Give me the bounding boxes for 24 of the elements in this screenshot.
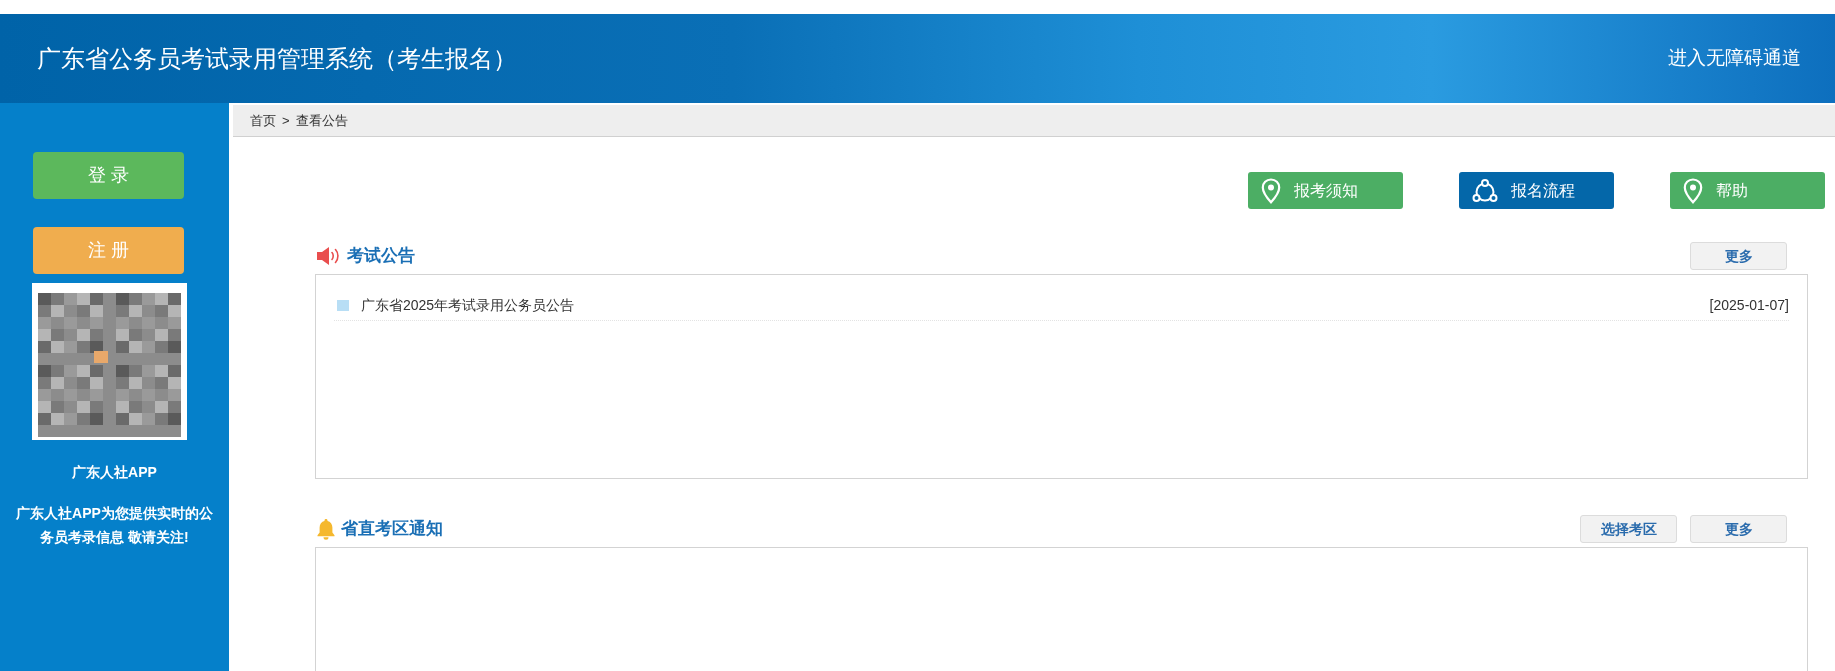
guide-button[interactable]: 报考须知: [1248, 172, 1403, 209]
section-title: 考试公告: [347, 245, 415, 268]
app-name: 广东人社APP: [72, 463, 157, 482]
breadcrumb-link[interactable]: 首页: [250, 110, 276, 131]
location-pin-icon: [1261, 177, 1281, 204]
share-nodes-icon: [1472, 178, 1498, 203]
breadcrumb-separator: >: [282, 111, 290, 130]
breadcrumb-link[interactable]: 查看公告: [295, 110, 348, 131]
more-button[interactable]: 更多: [1690, 242, 1787, 270]
app-description: 广东人社APP为您提供实时的公务员考录信息 敬请关注!: [15, 504, 214, 547]
process-button[interactable]: 报名流程: [1459, 172, 1614, 209]
announcement-link[interactable]: 广东省2025年考试录用公务员公告: [361, 295, 575, 316]
more-button[interactable]: 更多: [1690, 515, 1787, 543]
square-bullet-icon: [337, 300, 349, 311]
speaker-icon: [316, 246, 342, 266]
select-area-button[interactable]: 选择考区: [1580, 515, 1677, 543]
announcement-date: [2025-01-07]: [1709, 296, 1789, 315]
section-title: 省直考区通知: [341, 518, 443, 541]
bell-icon: [316, 518, 336, 540]
accessibility-link[interactable]: 进入无障碍通道: [1668, 44, 1801, 73]
guide-button[interactable]: 帮助: [1670, 172, 1825, 209]
login-button[interactable]: 登 录: [33, 152, 184, 199]
system-title: 广东省公务员考试录用管理系统（考生报名）: [37, 43, 517, 74]
location-pin-icon: [1683, 177, 1703, 204]
